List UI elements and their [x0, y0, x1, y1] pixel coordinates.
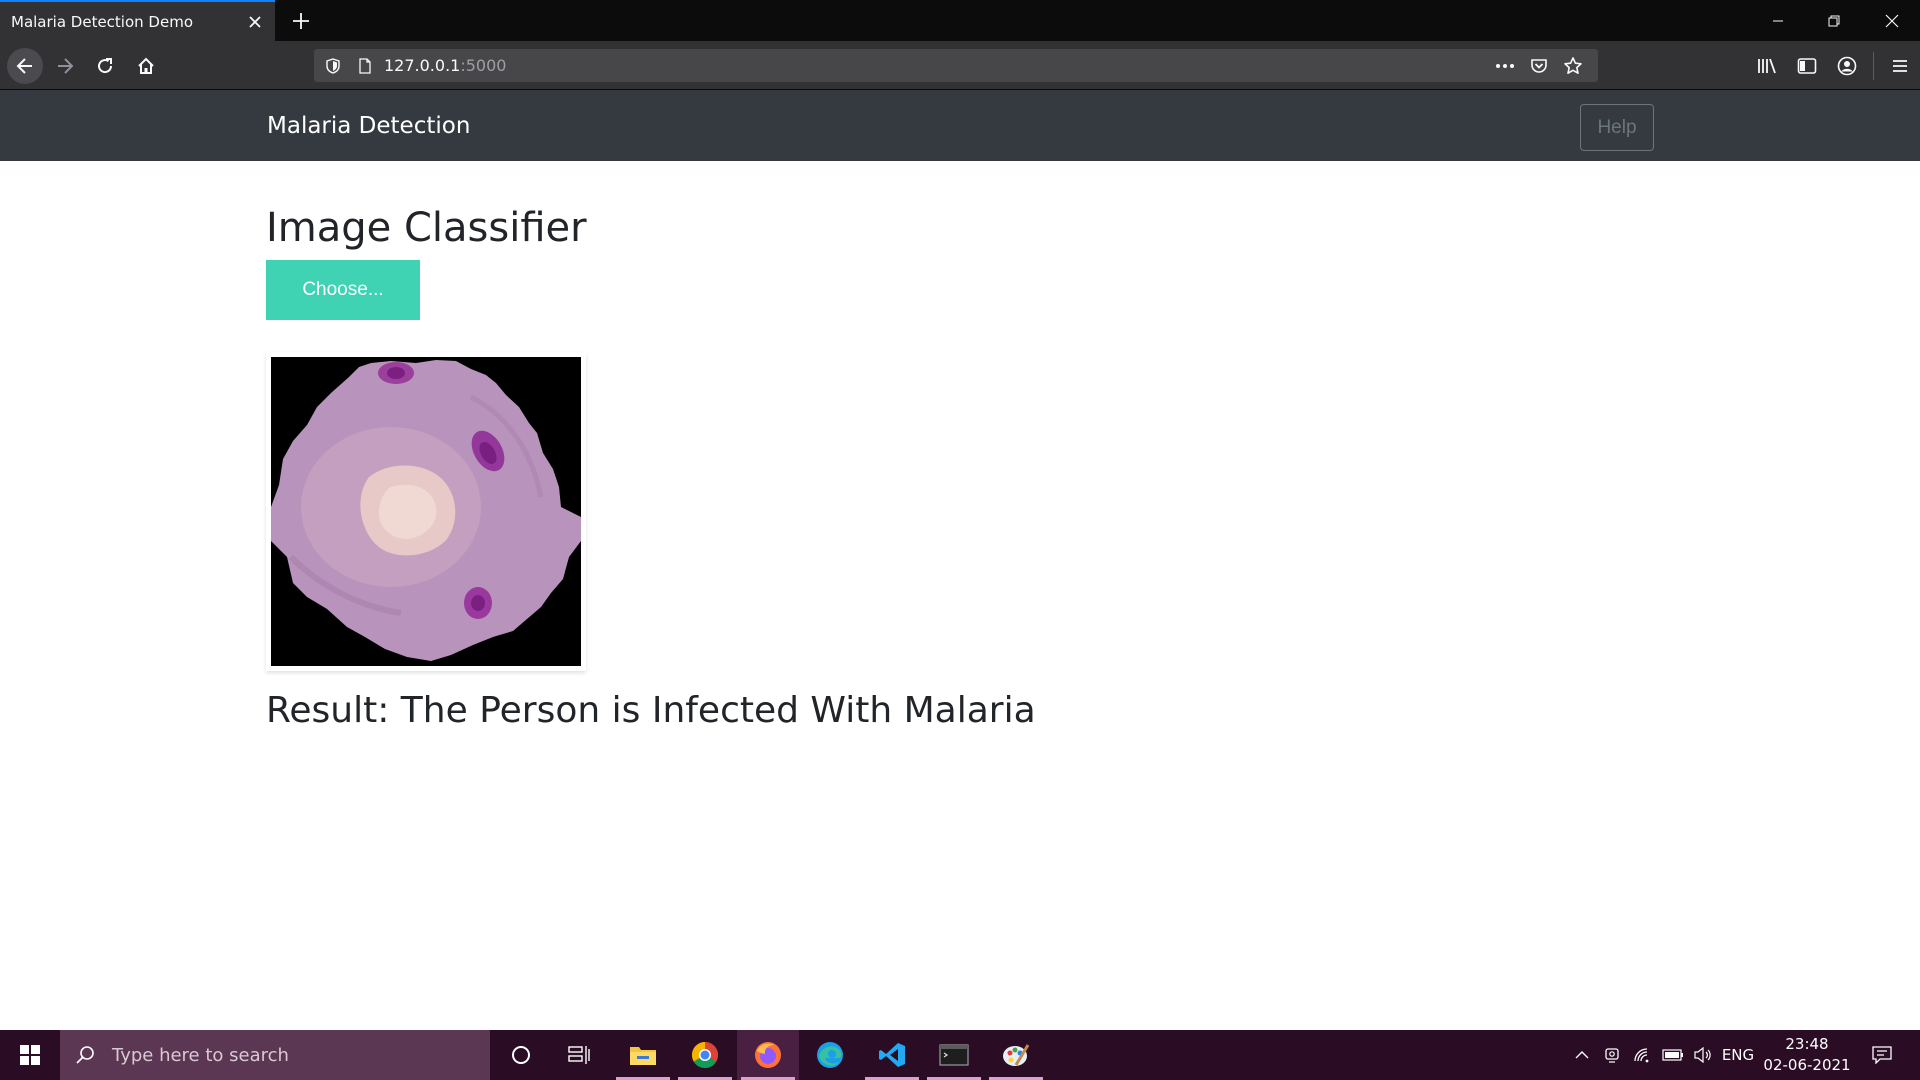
chrome-icon[interactable]	[674, 1030, 736, 1080]
forward-icon[interactable]	[47, 48, 83, 84]
clock-time: 23:48	[1785, 1035, 1829, 1053]
browser-tab-active[interactable]: Malaria Detection Demo	[0, 0, 275, 41]
pocket-icon[interactable]	[1522, 52, 1556, 80]
url-port: :5000	[460, 56, 507, 75]
site-navbar: Malaria Detection Help	[0, 90, 1920, 161]
new-tab-icon[interactable]	[285, 7, 317, 35]
show-hidden-icons-icon[interactable]	[1570, 1030, 1594, 1080]
edge-icon[interactable]	[799, 1030, 861, 1080]
file-explorer-icon[interactable]	[612, 1030, 674, 1080]
language-indicator[interactable]: ENG	[1718, 1030, 1758, 1080]
home-icon[interactable]	[128, 48, 164, 84]
reload-icon[interactable]	[87, 48, 123, 84]
tab-title: Malaria Detection Demo	[11, 12, 193, 31]
page-title: Image Classifier	[266, 205, 587, 251]
image-preview	[266, 352, 586, 671]
paint-icon[interactable]	[985, 1030, 1047, 1080]
url-text[interactable]: 127.0.0.1:5000	[384, 56, 1488, 75]
choose-file-button[interactable]: Choose...	[266, 260, 420, 320]
sidebar-icon[interactable]	[1787, 48, 1827, 84]
taskbar: Type here to search ENG 23:48 02-06-2021	[0, 1030, 1920, 1080]
notification-icon[interactable]	[1862, 1030, 1902, 1080]
page-info-icon[interactable]	[352, 53, 378, 79]
clock[interactable]: 23:48 02-06-2021	[1757, 1034, 1857, 1076]
back-icon[interactable]	[7, 48, 43, 84]
terminal-icon[interactable]	[923, 1030, 985, 1080]
restore-icon[interactable]	[1806, 0, 1862, 41]
start-windows-icon[interactable]	[0, 1030, 60, 1080]
site-brand[interactable]: Malaria Detection	[267, 113, 470, 139]
wifi-icon[interactable]	[1630, 1030, 1654, 1080]
page-actions-icon[interactable]	[1488, 52, 1522, 80]
cortana-icon[interactable]	[490, 1030, 552, 1080]
help-button[interactable]: Help	[1580, 104, 1654, 151]
url-host: 127.0.0.1	[384, 56, 461, 75]
account-icon[interactable]	[1827, 48, 1867, 84]
vscode-icon[interactable]	[861, 1030, 923, 1080]
result-text: Result: The Person is Infected With Mala…	[266, 690, 1036, 731]
volume-icon[interactable]	[1690, 1030, 1716, 1080]
task-view-icon[interactable]	[548, 1030, 610, 1080]
toolbar-divider	[1873, 52, 1874, 80]
search-icon	[60, 1030, 110, 1080]
bookmark-star-icon[interactable]	[1556, 52, 1590, 80]
search-placeholder: Type here to search	[112, 1044, 289, 1066]
minimize-icon[interactable]	[1750, 0, 1806, 41]
meet-now-icon[interactable]	[1600, 1030, 1624, 1080]
taskbar-search-input[interactable]: Type here to search	[60, 1030, 490, 1080]
browser-toolbar: 127.0.0.1:5000	[0, 41, 1920, 90]
close-window-icon[interactable]	[1864, 0, 1920, 41]
library-icon[interactable]	[1747, 48, 1787, 84]
browser-tab-bar: Malaria Detection Demo	[0, 0, 1920, 41]
address-bar[interactable]: 127.0.0.1:5000	[314, 49, 1598, 82]
battery-icon[interactable]	[1660, 1030, 1686, 1080]
tracking-shield-icon[interactable]	[320, 53, 346, 79]
firefox-icon[interactable]	[737, 1030, 799, 1080]
clock-date: 02-06-2021	[1763, 1056, 1851, 1074]
cell-image	[271, 357, 581, 666]
tab-close-icon[interactable]	[243, 10, 267, 34]
menu-icon[interactable]	[1880, 48, 1920, 84]
